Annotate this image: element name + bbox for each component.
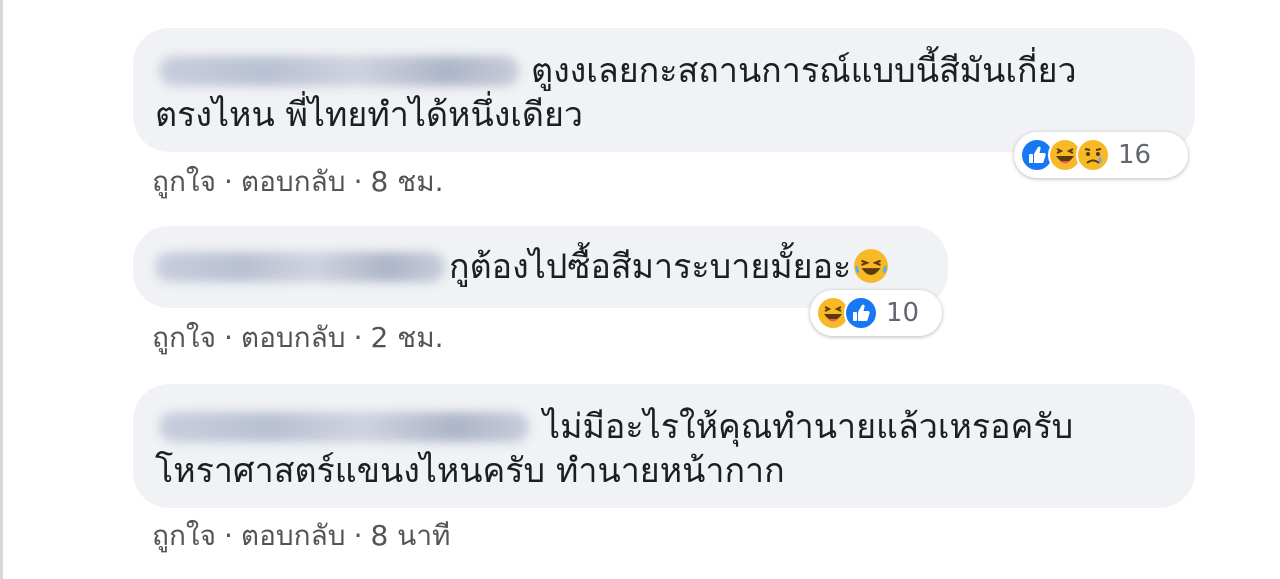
- separator-dot: ·: [223, 321, 233, 354]
- reaction-summary[interactable]: 16: [1014, 132, 1188, 178]
- timestamp[interactable]: 8 ชม.: [370, 165, 443, 198]
- commenter-name-blurred[interactable]: [159, 412, 529, 442]
- comment-text-line-1: ตูงงเลยกะสถานการณ์แบบนี้สีมันเกี่ยว: [531, 51, 1077, 91]
- like-icon: [844, 296, 878, 330]
- timestamp[interactable]: 2 ชม.: [370, 321, 443, 354]
- sad-icon: [1076, 138, 1110, 172]
- commenter-name-blurred[interactable]: [159, 56, 519, 86]
- comment-text-line-2: โหราศาสตร์แขนงไหนครับ ทำนายหน้ากาก: [155, 451, 785, 491]
- separator-dot: ·: [223, 519, 233, 552]
- reaction-summary[interactable]: 10: [810, 290, 942, 336]
- like-link[interactable]: ถูกใจ: [152, 165, 216, 198]
- separator-dot: ·: [223, 165, 233, 198]
- like-link[interactable]: ถูกใจ: [152, 321, 216, 354]
- comment-actions: ถูกใจ · ตอบกลับ · 2 ชม.: [152, 316, 444, 360]
- reply-link[interactable]: ตอบกลับ: [241, 165, 346, 198]
- reply-link[interactable]: ตอบกลับ: [241, 519, 346, 552]
- separator-dot: ·: [353, 321, 363, 354]
- comment-text-line-2: ตรงไหน พี่ไทยทำได้หนึ่งเดียว: [155, 95, 584, 135]
- like-link[interactable]: ถูกใจ: [152, 519, 216, 552]
- reply-link[interactable]: ตอบกลับ: [241, 321, 346, 354]
- reaction-count: 16: [1118, 140, 1152, 170]
- comment-actions: ถูกใจ · ตอบกลับ · 8 นาที: [152, 514, 451, 558]
- comment-bubble: ไม่มีอะไรให้คุณทำนายแล้วเหรอครับ โหราศาส…: [133, 384, 1195, 508]
- commenter-name-blurred[interactable]: [155, 252, 445, 282]
- comment-text-line-1: ไม่มีอะไรให้คุณทำนายแล้วเหรอครับ: [543, 407, 1074, 447]
- reaction-count: 10: [886, 298, 920, 328]
- comment-actions: ถูกใจ · ตอบกลับ · 8 ชม.: [152, 160, 444, 204]
- comment-text-line-1: กูต้องไปซื้อสีมาระบายมั้ยอะ: [449, 244, 889, 290]
- timestamp[interactable]: 8 นาที: [370, 519, 450, 552]
- laughing-tears-emoji: [854, 249, 889, 283]
- panel-left-border: [0, 0, 3, 579]
- separator-dot: ·: [353, 165, 363, 198]
- separator-dot: ·: [353, 519, 363, 552]
